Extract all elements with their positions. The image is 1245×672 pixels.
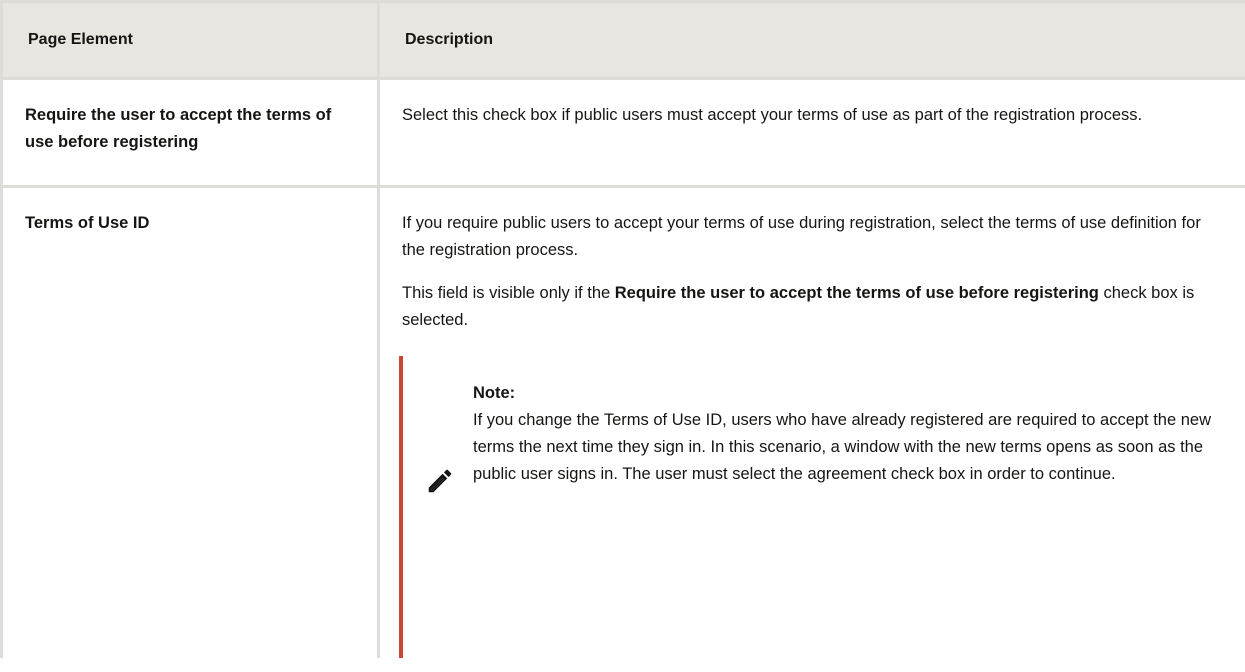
note-callout: Note: If you change the Terms of Use ID,… (399, 356, 1223, 658)
table-row: Terms of Use ID If you require public us… (0, 185, 1245, 658)
note-title: Note: (473, 384, 516, 402)
element-label: Require the user to accept the terms of … (25, 106, 332, 151)
description-cell: Select this check box if public users mu… (377, 77, 1245, 188)
description-text: If you require public users to accept yo… (402, 214, 1201, 259)
element-cell: Terms of Use ID (0, 185, 380, 658)
note-text: If you change the Terms of Use ID, users… (473, 411, 1212, 483)
table-row: Require the user to accept the terms of … (0, 77, 1245, 188)
visibility-text-bold: Require the user to accept the terms of … (614, 284, 1099, 302)
visibility-text: This field is visible only if the Requir… (402, 280, 1223, 334)
table-header-row: Page Element Description (0, 0, 1245, 80)
visibility-text-before: This field is visible only if the (402, 284, 615, 302)
note-body: Note: If you change the Terms of Use ID,… (473, 380, 1233, 488)
element-label: Terms of Use ID (25, 214, 150, 232)
description-cell: If you require public users to accept yo… (377, 185, 1245, 658)
page-element-table: Page Element Description Require the use… (0, 0, 1245, 658)
header-description: Description (377, 0, 1245, 80)
header-page-element: Page Element (0, 0, 380, 80)
element-cell: Require the user to accept the terms of … (0, 77, 380, 188)
description-text: Select this check box if public users mu… (402, 106, 1143, 124)
pencil-icon (428, 469, 452, 493)
